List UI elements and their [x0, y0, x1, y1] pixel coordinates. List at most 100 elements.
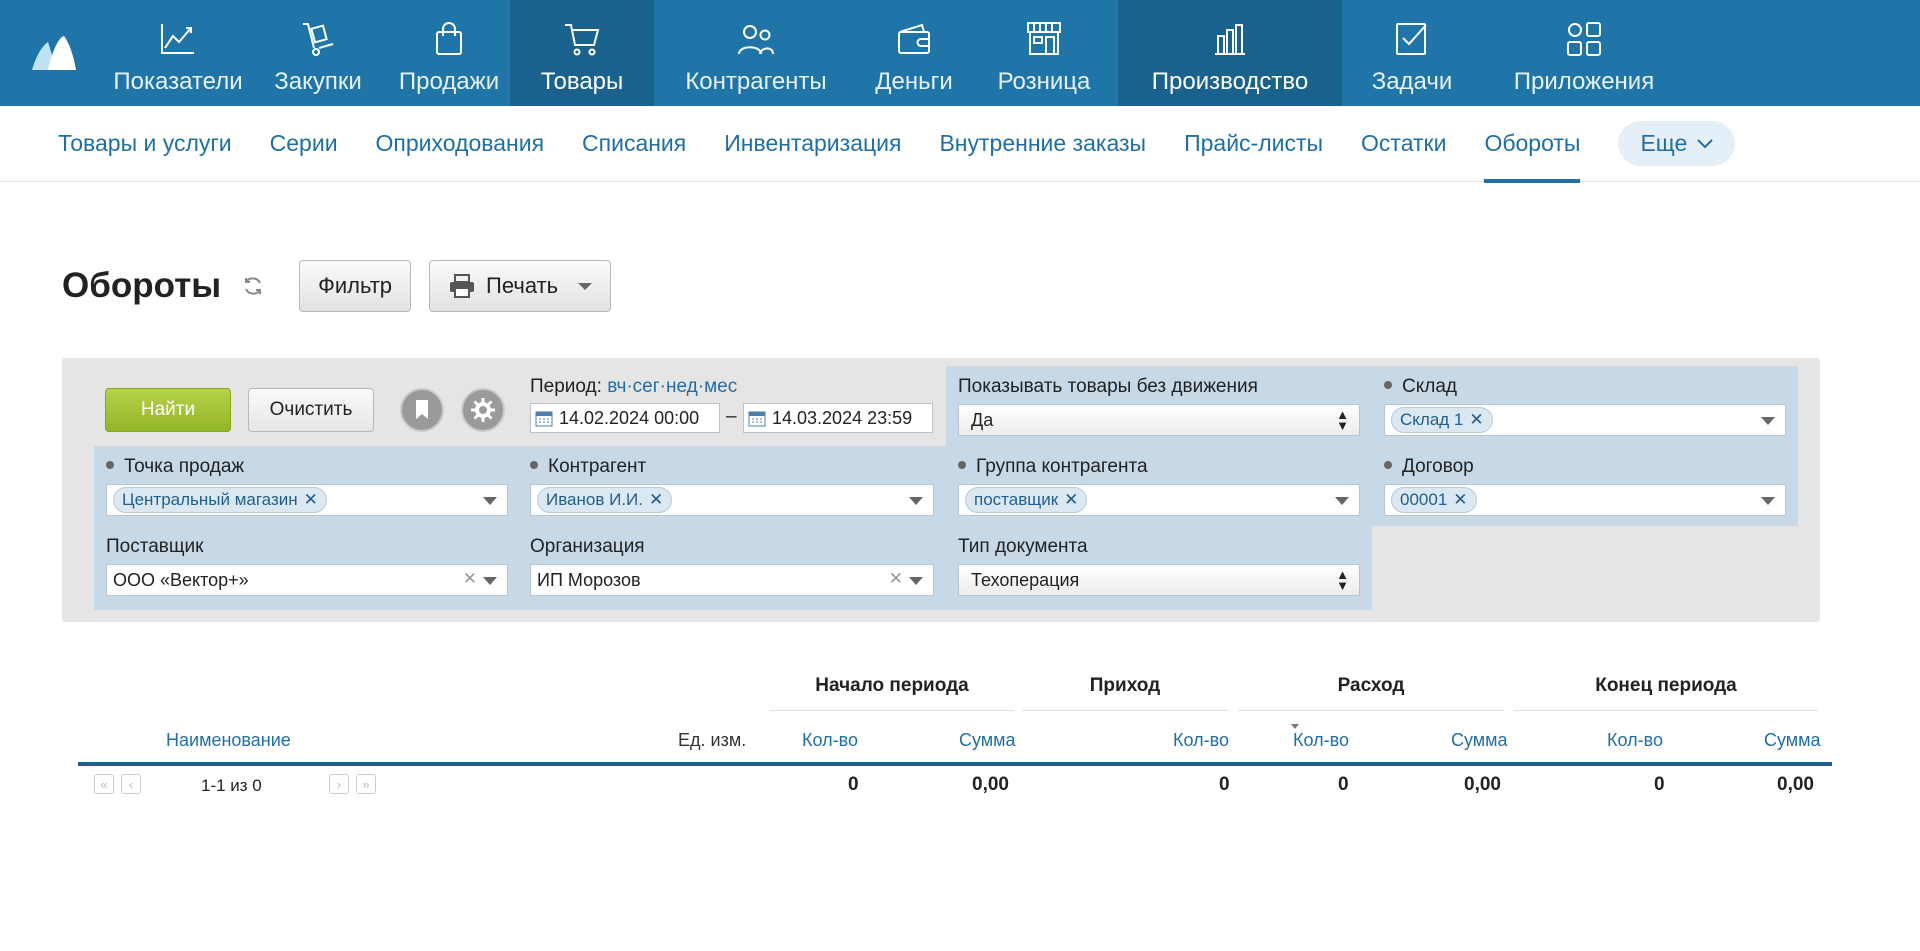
nav-item-retail[interactable]: Розница: [970, 0, 1118, 106]
print-label: Печать: [486, 273, 559, 298]
organization-label: Организация: [530, 536, 645, 557]
bookmark-button[interactable]: [400, 388, 444, 432]
no-movement-select[interactable]: Да ▲ ▼: [958, 404, 1360, 436]
warehouse-field[interactable]: Склад 1 ✕: [1384, 404, 1786, 436]
no-movement-label: Показывать товары без движения: [958, 376, 1258, 397]
select-arrows-icon: ▲ ▼: [1336, 407, 1349, 433]
date-to-field[interactable]: 14.03.2024 23:59: [743, 403, 933, 433]
storefront-icon: [1027, 22, 1061, 55]
subnav-item-write-offs[interactable]: Списания: [582, 106, 686, 182]
period-label-row: Период: вч·сег·нед·мес: [530, 376, 737, 398]
sale-point-tag: Центральный магазин ✕: [113, 487, 327, 513]
subnav-item-turnover[interactable]: Обороты: [1484, 106, 1581, 183]
nav-item-counterparties[interactable]: Контрагенты: [654, 0, 858, 106]
period-label: Период:: [530, 376, 602, 397]
subnav-item-receipts[interactable]: Оприходования: [376, 106, 544, 182]
tag-label: Склад 1: [1400, 410, 1464, 429]
nav-label: Контрагенты: [685, 68, 827, 95]
find-button[interactable]: Найти: [105, 388, 231, 432]
column-end-qty[interactable]: Кол-во: [1607, 730, 1663, 751]
first-page-button[interactable]: «: [94, 774, 114, 794]
period-link-month[interactable]: мес: [704, 376, 737, 397]
column-expense-sum[interactable]: Сумма: [1451, 730, 1508, 751]
group-expense: Расход: [1337, 675, 1405, 696]
subnav-item-price-lists[interactable]: Прайс-листы: [1184, 106, 1323, 182]
counterparty-group-field[interactable]: поставщик ✕: [958, 484, 1360, 516]
dropdown-caret-icon[interactable]: [483, 497, 497, 505]
period-link-today[interactable]: сег: [633, 376, 660, 397]
print-button[interactable]: Печать: [429, 260, 612, 312]
period-link-week[interactable]: нед: [666, 376, 698, 397]
remove-tag-icon[interactable]: ✕: [304, 490, 318, 510]
nav-label: Продажи: [398, 68, 500, 95]
nav-item-indicators[interactable]: Показатели: [108, 0, 248, 106]
nav-item-apps[interactable]: Приложения: [1482, 0, 1686, 106]
nav-item-sales[interactable]: Продажи: [388, 0, 510, 106]
dropdown-caret-icon[interactable]: [1761, 497, 1775, 505]
clear-icon[interactable]: ✕: [463, 569, 477, 589]
counterparty-group-tag: поставщик ✕: [965, 487, 1088, 513]
date-from-field[interactable]: 14.02.2024 00:00: [530, 403, 720, 433]
period-link-yesterday[interactable]: вч: [607, 376, 626, 397]
nav-label: Деньги: [875, 68, 953, 95]
bullet-icon: [1384, 380, 1392, 389]
dropdown-caret-icon[interactable]: [483, 577, 497, 585]
column-income-qty[interactable]: Кол-во: [1173, 730, 1229, 751]
group-start-period: Начало периода: [815, 675, 969, 696]
cart-icon: [565, 24, 600, 56]
document-type-filter: Тип документа Техоперация ▲ ▼: [946, 526, 1372, 610]
total-end-qty: 0: [1654, 774, 1665, 795]
remove-tag-icon[interactable]: ✕: [1453, 490, 1467, 510]
clear-icon[interactable]: ✕: [889, 569, 903, 589]
sale-point-field[interactable]: Центральный магазин ✕: [106, 484, 508, 516]
supplier-filter: Поставщик ООО «Вектор+» ✕: [94, 526, 520, 610]
date-from-value: 14.02.2024 00:00: [559, 407, 700, 428]
column-expense-qty[interactable]: Кол-во: [1293, 730, 1349, 751]
nav-item-production[interactable]: Производство: [1118, 0, 1342, 106]
counterparty-field[interactable]: Иванов И.И. ✕: [530, 484, 934, 516]
counterparty-filter: Контрагент Иванов И.И. ✕: [520, 446, 946, 526]
organization-filter: Организация ИП Морозов ✕: [520, 526, 946, 610]
warehouse-label: Склад: [1402, 376, 1457, 397]
prev-page-button[interactable]: ‹: [121, 774, 141, 794]
last-page-button[interactable]: »: [356, 774, 376, 794]
subnav-item-goods-services[interactable]: Товары и услуги: [58, 106, 232, 182]
logo[interactable]: [0, 0, 108, 106]
dropdown-caret-icon[interactable]: [1761, 417, 1775, 425]
nav-label: Приложения: [1513, 68, 1655, 95]
column-name[interactable]: Наименование: [166, 730, 291, 751]
select-arrows-icon: ▲ ▼: [1336, 567, 1349, 593]
dropdown-caret-icon[interactable]: [909, 577, 923, 585]
remove-tag-icon[interactable]: ✕: [1064, 490, 1078, 510]
dropdown-caret-icon[interactable]: [909, 497, 923, 505]
supplier-field[interactable]: ООО «Вектор+» ✕: [106, 564, 508, 596]
subnav-item-internal-orders[interactable]: Внутренние заказы: [939, 106, 1146, 182]
calendar-icon: [535, 411, 553, 427]
contract-field[interactable]: 00001 ✕: [1384, 484, 1786, 516]
organization-field[interactable]: ИП Морозов ✕: [530, 564, 934, 596]
dropdown-caret-icon[interactable]: [1335, 497, 1349, 505]
column-start-qty[interactable]: Кол-во: [802, 730, 858, 751]
document-type-select[interactable]: Техоперация ▲ ▼: [958, 564, 1360, 596]
nav-item-purchases[interactable]: Закупки: [248, 0, 388, 106]
settings-button[interactable]: [461, 388, 505, 432]
group-underline: [770, 710, 1014, 711]
date-to-value: 14.03.2024 23:59: [772, 407, 913, 428]
next-page-button[interactable]: ›: [329, 774, 349, 794]
refresh-icon[interactable]: [241, 274, 265, 298]
nav-item-goods[interactable]: Товары: [510, 0, 654, 106]
column-end-sum[interactable]: Сумма: [1764, 730, 1821, 751]
nav-item-tasks[interactable]: Задачи: [1342, 0, 1482, 106]
total-end-sum: 0,00: [1777, 774, 1814, 795]
column-start-sum[interactable]: Сумма: [959, 730, 1016, 751]
filter-button[interactable]: Фильтр: [299, 260, 412, 312]
remove-tag-icon[interactable]: ✕: [1469, 410, 1483, 430]
clear-button[interactable]: Очистить: [248, 388, 374, 432]
more-menu-button[interactable]: Еще: [1618, 121, 1736, 166]
subnav-item-inventory[interactable]: Инвентаризация: [724, 106, 901, 182]
subnav-item-series[interactable]: Серии: [270, 106, 338, 182]
nav-item-money[interactable]: Деньги: [858, 0, 970, 106]
subnav-item-stock[interactable]: Остатки: [1361, 106, 1446, 182]
remove-tag-icon[interactable]: ✕: [649, 490, 663, 510]
date-separator: –: [726, 406, 737, 427]
